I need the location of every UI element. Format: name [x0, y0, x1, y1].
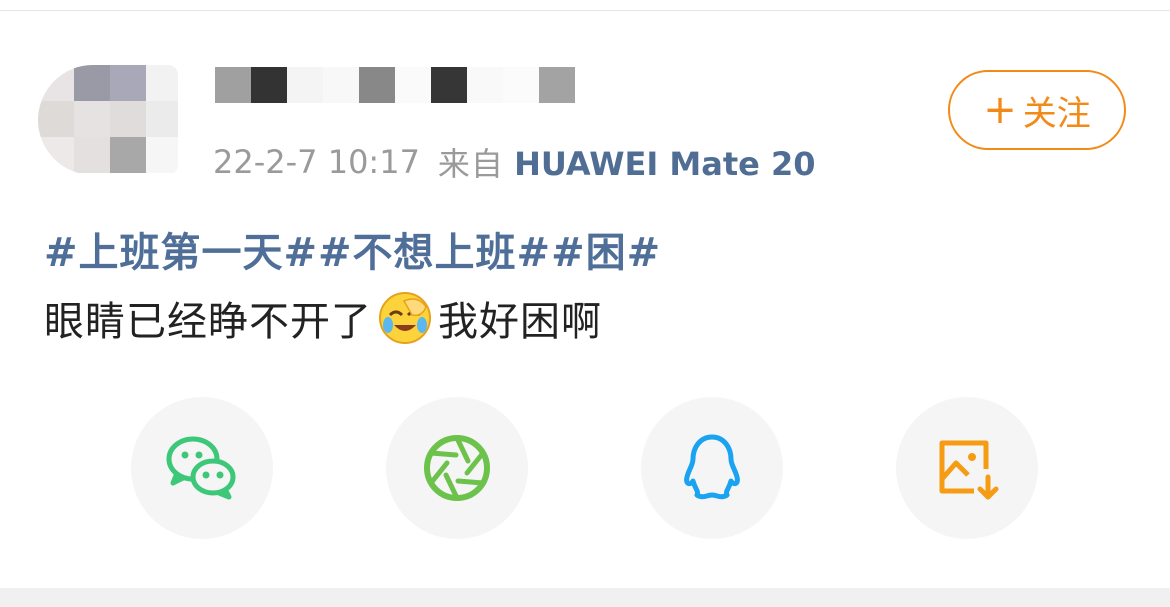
topic-link-sleepy[interactable]: #困# [551, 220, 661, 278]
follow-button[interactable]: + 关注 [948, 70, 1126, 150]
facepalm-cry-emoji-icon [379, 292, 431, 344]
post-text: 眼睛已经睁不开了 我好困啊 [44, 288, 602, 348]
timestamp: 22-2-7 10:17 [213, 143, 420, 181]
wechat-icon [166, 436, 236, 500]
share-qq-button[interactable] [641, 397, 783, 539]
device-name: HUAWEI Mate 20 [514, 145, 816, 183]
plus-icon: + [983, 87, 1017, 133]
share-row [0, 397, 1170, 539]
weibo-post-card: 22-2-7 10:17 来自 HUAWEI Mate 20 + 关注 #上班第… [0, 0, 1170, 607]
share-moments-button[interactable] [386, 397, 528, 539]
qq-penguin-icon [684, 434, 740, 500]
post-text-part1: 眼睛已经睁不开了 [44, 299, 372, 345]
bottom-divider-bar [0, 588, 1170, 607]
share-wechat-button[interactable] [131, 397, 273, 539]
username-redacted[interactable] [215, 67, 585, 103]
moments-shutter-icon [424, 435, 490, 501]
topic-link-first-day[interactable]: #上班第一天# [44, 220, 318, 278]
post-meta: 22-2-7 10:17 来自 HUAWEI Mate 20 [213, 140, 816, 184]
top-divider [0, 10, 1170, 11]
topic-link-dont-want-work[interactable]: #不想上班# [318, 220, 551, 278]
source-label: 来自 [437, 145, 504, 183]
share-save-image-button[interactable] [896, 397, 1038, 539]
save-image-icon [939, 440, 999, 500]
avatar[interactable] [38, 65, 178, 175]
follow-label: 关注 [1022, 93, 1091, 134]
post-text-part2: 我好困啊 [438, 299, 602, 345]
topic-tags: #上班第一天# #不想上班# #困# [44, 222, 661, 276]
